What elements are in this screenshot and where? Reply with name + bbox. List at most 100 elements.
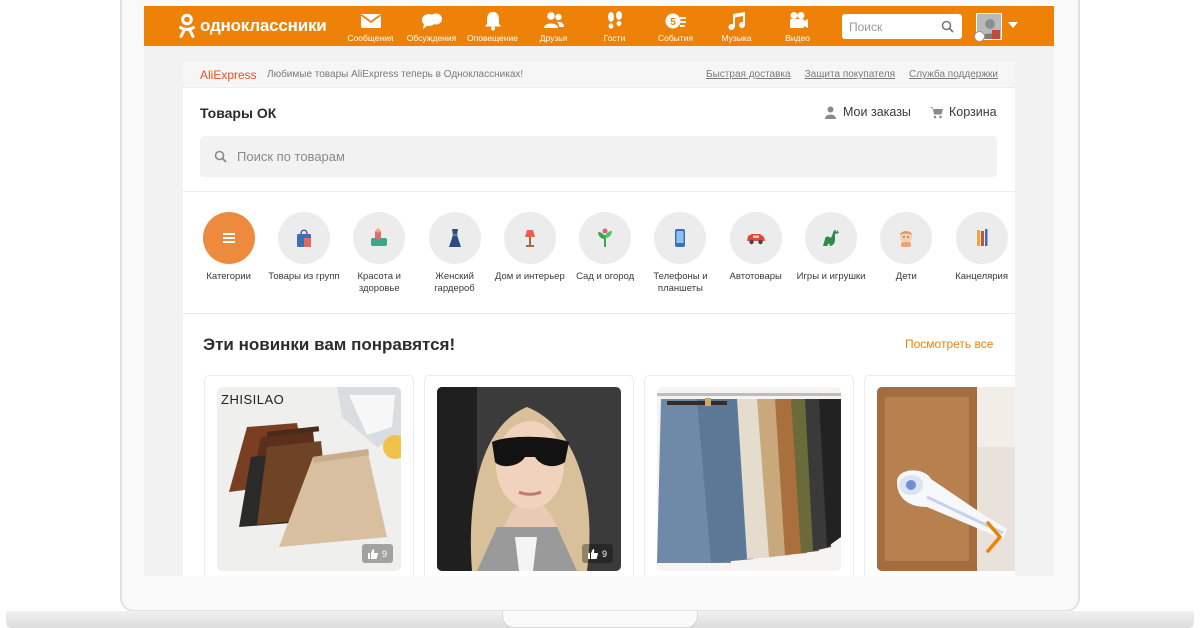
nav-label: События <box>657 33 694 43</box>
avatar-status-badge <box>974 31 985 42</box>
header-search <box>842 14 962 39</box>
category-circle <box>729 212 782 264</box>
nav-discussions[interactable]: Обсуждения <box>401 6 462 46</box>
product-carousel: ZHISILAO 9 9 <box>204 375 1015 576</box>
product-card[interactable] <box>644 375 854 576</box>
category-circle <box>428 212 481 264</box>
nav-label: Сообщения <box>347 33 394 43</box>
header-search-input[interactable] <box>849 19 941 34</box>
category-kids[interactable]: Дети <box>869 212 944 295</box>
car-icon <box>746 234 765 245</box>
friends-icon <box>543 12 564 28</box>
link-fast-delivery[interactable]: Быстрая доставка <box>706 69 791 80</box>
category-phones[interactable]: Телефоны и планшеты <box>643 212 718 295</box>
product-search-input[interactable] <box>237 149 937 164</box>
search-icon <box>214 150 227 163</box>
cart-link[interactable]: Корзина <box>930 105 997 119</box>
main-nav: Сообщения Обсуждения Оповещение Друзья Г… <box>340 6 828 46</box>
category-circle <box>955 212 1008 264</box>
aliexpress-banner: AliExpress Любимые товары AliExpress теп… <box>183 62 1015 88</box>
nav-music[interactable]: Музыка <box>706 6 767 46</box>
category-label: Игры и игрушки <box>796 271 866 282</box>
events-badge-count: 5 <box>670 17 676 28</box>
footprints-icon <box>607 11 622 29</box>
category-home[interactable]: Дом и интерьер <box>492 212 567 295</box>
category-label: Сад и огород <box>576 271 635 282</box>
section-title: Эти новинки вам понравятся! <box>203 335 456 354</box>
chevron-down-icon[interactable] <box>1008 22 1018 28</box>
link-support[interactable]: Служба поддержки <box>909 69 998 80</box>
top-navigation-bar: одноклассники Сообщения Обсуждения Опове… <box>144 6 1054 46</box>
category-auto[interactable]: Автотовары <box>718 212 793 295</box>
aliexpress-banner-text: Любимые товары AliExpress теперь в Однок… <box>267 69 524 80</box>
dinosaur-icon <box>823 229 840 246</box>
chat-bubbles-icon <box>421 13 442 29</box>
nav-messages[interactable]: Сообщения <box>340 6 401 46</box>
category-label: Дети <box>895 271 917 282</box>
category-group-goods[interactable]: Товары из групп <box>266 212 341 295</box>
menu-icon <box>222 233 235 243</box>
my-orders-link[interactable]: Мои заказы <box>824 105 911 119</box>
nav-label: Друзья <box>539 33 568 43</box>
like-badge[interactable]: 9 <box>581 544 613 563</box>
nav-events[interactable]: 5 События <box>645 6 706 46</box>
long-skirts-photo <box>657 387 841 571</box>
shopping-bag-icon <box>296 229 311 247</box>
nav-friends[interactable]: Друзья <box>523 6 584 46</box>
product-image: ZHISILAO 9 <box>217 387 401 571</box>
page-title: Товары ОК <box>200 105 277 121</box>
category-label: Автотовары <box>729 271 782 282</box>
product-card[interactable]: ZHISILAO 9 <box>204 375 414 576</box>
category-circle <box>202 212 255 264</box>
category-label: Дом и интерьер <box>494 271 565 282</box>
cart-label: Корзина <box>949 105 997 119</box>
product-card[interactable]: 9 <box>424 375 634 576</box>
category-label: Телефоны и планшеты <box>653 271 708 294</box>
category-toys[interactable]: Игры и игрушки <box>793 212 868 295</box>
category-beauty[interactable]: Красота и здоровье <box>342 212 417 295</box>
aliexpress-links: Быстрая доставка Защита покупателя Служб… <box>706 69 998 80</box>
product-image <box>657 387 841 571</box>
category-label: Женский гардероб <box>434 271 475 294</box>
envelope-icon <box>360 14 381 28</box>
category-list: Категории Товары из групп Красота и здор… <box>191 212 1015 295</box>
bell-icon <box>484 12 501 31</box>
category-garden[interactable]: Сад и огород <box>567 212 642 295</box>
category-stationery[interactable]: Канцелярия <box>944 212 1015 295</box>
category-circle <box>579 212 632 264</box>
nav-label: Обсуждения <box>406 33 457 43</box>
product-brand: ZHISILAO <box>221 392 285 407</box>
video-camera-icon <box>789 12 808 28</box>
nav-video[interactable]: Видео <box>767 6 828 46</box>
plant-icon <box>598 228 613 247</box>
category-circle <box>503 212 556 264</box>
thumbs-up-icon <box>587 548 598 559</box>
search-icon[interactable] <box>941 20 954 33</box>
category-circle <box>353 212 406 264</box>
see-all-link[interactable]: Посмотреть все <box>905 337 993 351</box>
category-label: Красота и здоровье <box>357 271 401 294</box>
category-label: Категории <box>206 271 251 282</box>
like-count: 9 <box>601 548 607 559</box>
like-badge[interactable]: 9 <box>361 544 393 563</box>
category-circle <box>654 212 707 264</box>
product-search <box>200 136 997 177</box>
divider <box>183 313 1015 314</box>
dress-icon <box>448 229 461 247</box>
category-circle <box>277 212 330 264</box>
category-women-wardrobe[interactable]: Женский гардероб <box>417 212 492 295</box>
lamp-icon <box>524 230 535 247</box>
baby-icon <box>900 231 913 247</box>
link-buyer-protection[interactable]: Защита покупателя <box>805 69 895 80</box>
ok-logo-icon <box>179 13 195 38</box>
cart-icon <box>930 106 943 118</box>
category-label: Товары из групп <box>268 271 340 282</box>
nav-label: Оповещение <box>467 33 518 43</box>
chevron-right-icon[interactable] <box>980 517 1006 557</box>
category-all[interactable]: Категории <box>191 212 266 295</box>
nav-guests[interactable]: Гости <box>584 6 645 46</box>
ok-logo[interactable]: одноклассники <box>178 12 327 40</box>
laptop-notch <box>502 611 698 628</box>
aliexpress-logo[interactable]: AliExpress <box>200 68 257 82</box>
nav-notifications[interactable]: Оповещение <box>462 6 523 46</box>
